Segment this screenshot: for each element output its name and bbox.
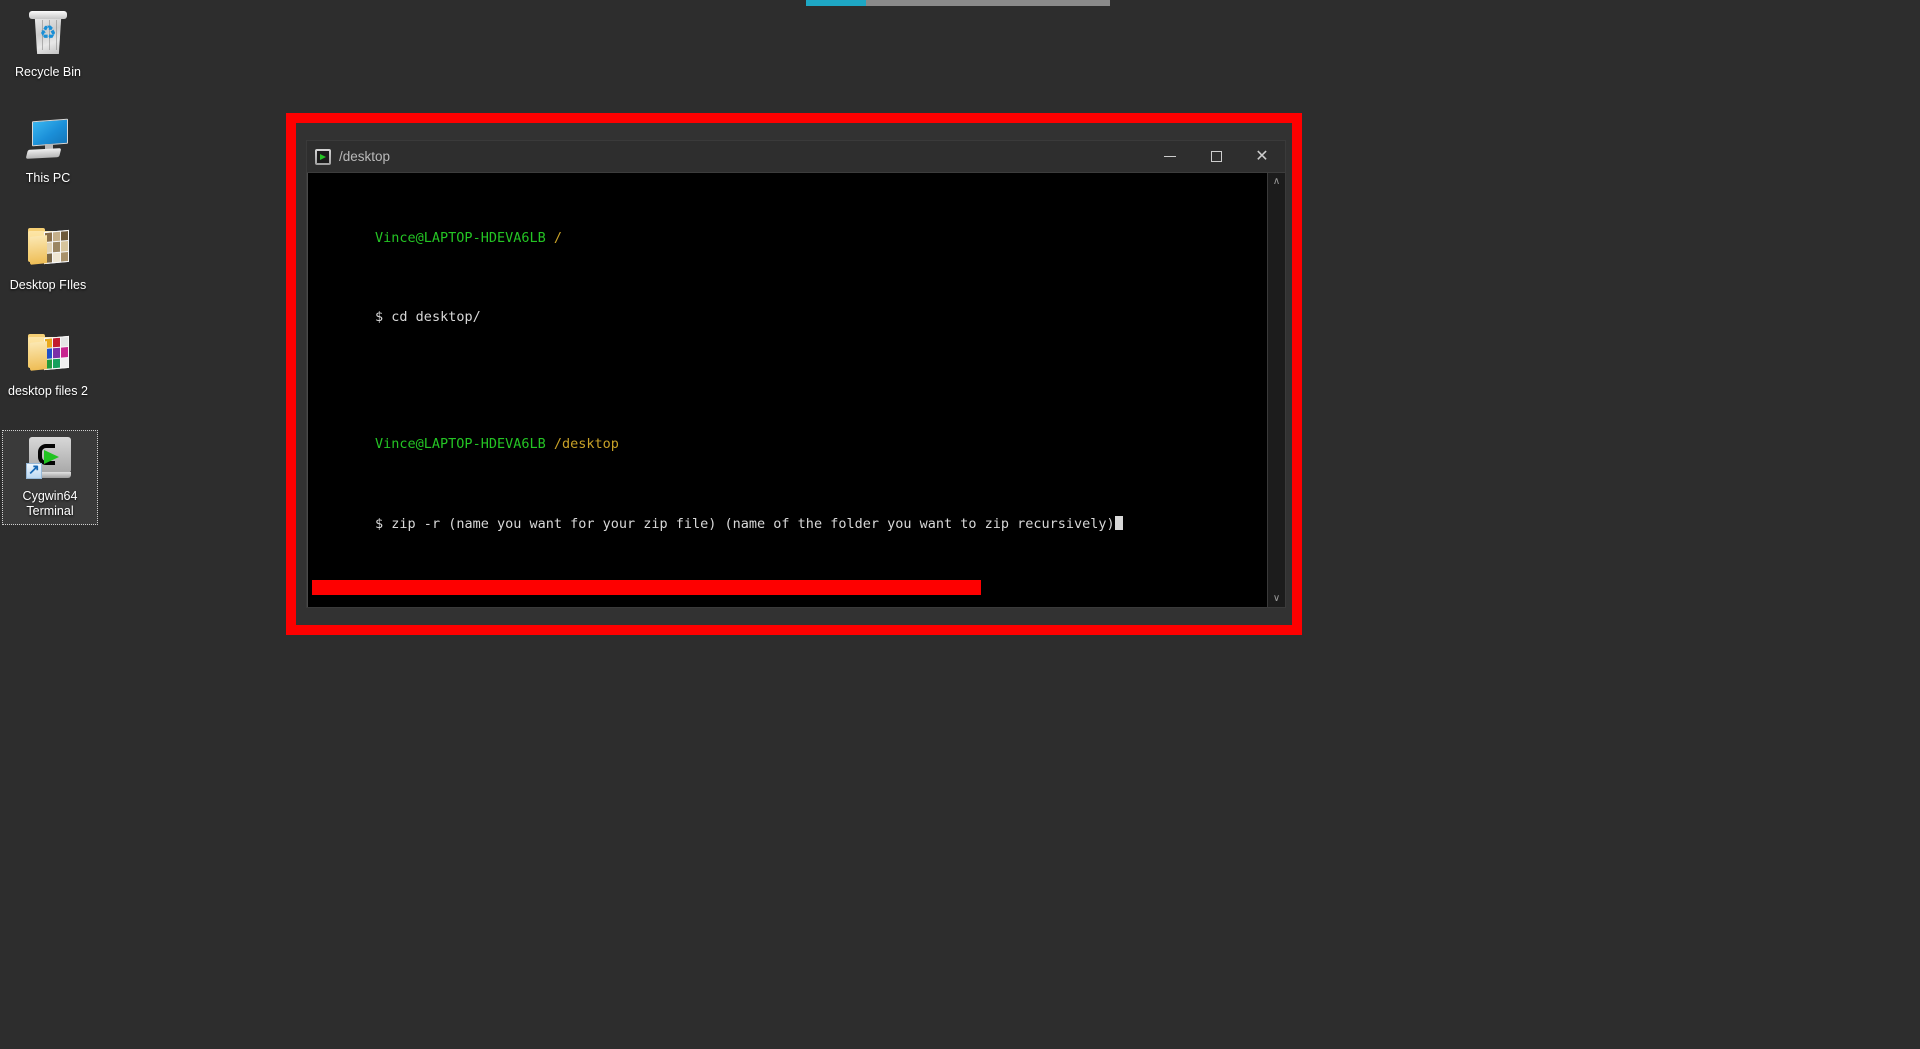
- terminal-output[interactable]: Vince@LAPTOP-HDEVA6LB / $ cd desktop/ Vi…: [308, 173, 1267, 607]
- close-button[interactable]: ✕: [1239, 141, 1285, 172]
- recycle-bin-icon: ♻: [24, 10, 72, 58]
- prompt-user-host: Vince@LAPTOP-HDEVA6LB: [375, 230, 546, 247]
- desktop-icon-cygwin64-terminal[interactable]: Cygwin64 Terminal: [2, 430, 98, 525]
- desktop-icon-desktop-files[interactable]: Desktop FIles: [0, 219, 96, 299]
- folder-icon: [24, 223, 72, 271]
- prompt-sigil: $: [375, 309, 384, 326]
- desktop-icon-desktop-files-2[interactable]: desktop files 2: [0, 325, 96, 405]
- annotation-highlight-bar: [312, 579, 981, 595]
- prompt-sigil: $: [375, 515, 384, 532]
- terminal-scrollbar[interactable]: ∧ ∨: [1267, 173, 1285, 607]
- scrollbar-track[interactable]: [1268, 190, 1285, 590]
- desktop-icon-recycle-bin[interactable]: ♻ Recycle Bin: [0, 6, 96, 86]
- folder-pictures-icon: [24, 329, 72, 377]
- terminal-command: cd desktop/: [383, 309, 481, 326]
- desktop-icon-label: This PC: [25, 171, 71, 185]
- scroll-up-arrow-icon[interactable]: ∧: [1268, 173, 1285, 190]
- window-app-icon: [315, 148, 331, 165]
- prompt-path: /desktop: [553, 435, 619, 452]
- computer-monitor-icon: [24, 116, 72, 164]
- terminal-prompt-line: Vince@LAPTOP-HDEVA6LB /desktop: [310, 421, 1267, 468]
- close-icon: ✕: [1255, 147, 1269, 165]
- desktop-icon-label: desktop files 2: [8, 384, 88, 398]
- cygwin-terminal-window[interactable]: /desktop ✕ Vince@LAPTOP-HDEVA6LB / $ cd …: [307, 141, 1285, 607]
- minimize-icon: [1164, 156, 1176, 157]
- terminal-command-line: $ cd desktop/: [310, 295, 1267, 342]
- minimize-button[interactable]: [1147, 141, 1193, 172]
- window-title: /desktop: [339, 149, 391, 164]
- scroll-down-arrow-icon[interactable]: ∨: [1268, 590, 1285, 607]
- terminal-command: zip -r (name you want for your zip file)…: [383, 515, 1115, 532]
- prompt-user-host: Vince@LAPTOP-HDEVA6LB: [375, 435, 546, 452]
- prompt-path: /: [553, 230, 562, 247]
- desktop-icon-label: Cygwin64 Terminal: [22, 489, 78, 518]
- cygwin-terminal-icon: [26, 434, 74, 482]
- desktop-icon-this-pc[interactable]: This PC: [0, 112, 96, 192]
- terminal-body[interactable]: Vince@LAPTOP-HDEVA6LB / $ cd desktop/ Vi…: [307, 173, 1285, 607]
- terminal-prompt-line: Vince@LAPTOP-HDEVA6LB /: [310, 216, 1267, 263]
- terminal-command-line: $ zip -r (name you want for your zip fil…: [310, 500, 1267, 548]
- shortcut-arrow-icon: [26, 461, 42, 479]
- screen-top-artifact: [806, 0, 1110, 6]
- desktop-icon-label: Recycle Bin: [15, 65, 81, 79]
- desktop-icon-label: Desktop FIles: [9, 278, 87, 292]
- window-titlebar[interactable]: /desktop ✕: [307, 141, 1285, 173]
- terminal-cursor: [1114, 515, 1123, 530]
- maximize-icon: [1210, 151, 1222, 162]
- maximize-button[interactable]: [1193, 141, 1239, 172]
